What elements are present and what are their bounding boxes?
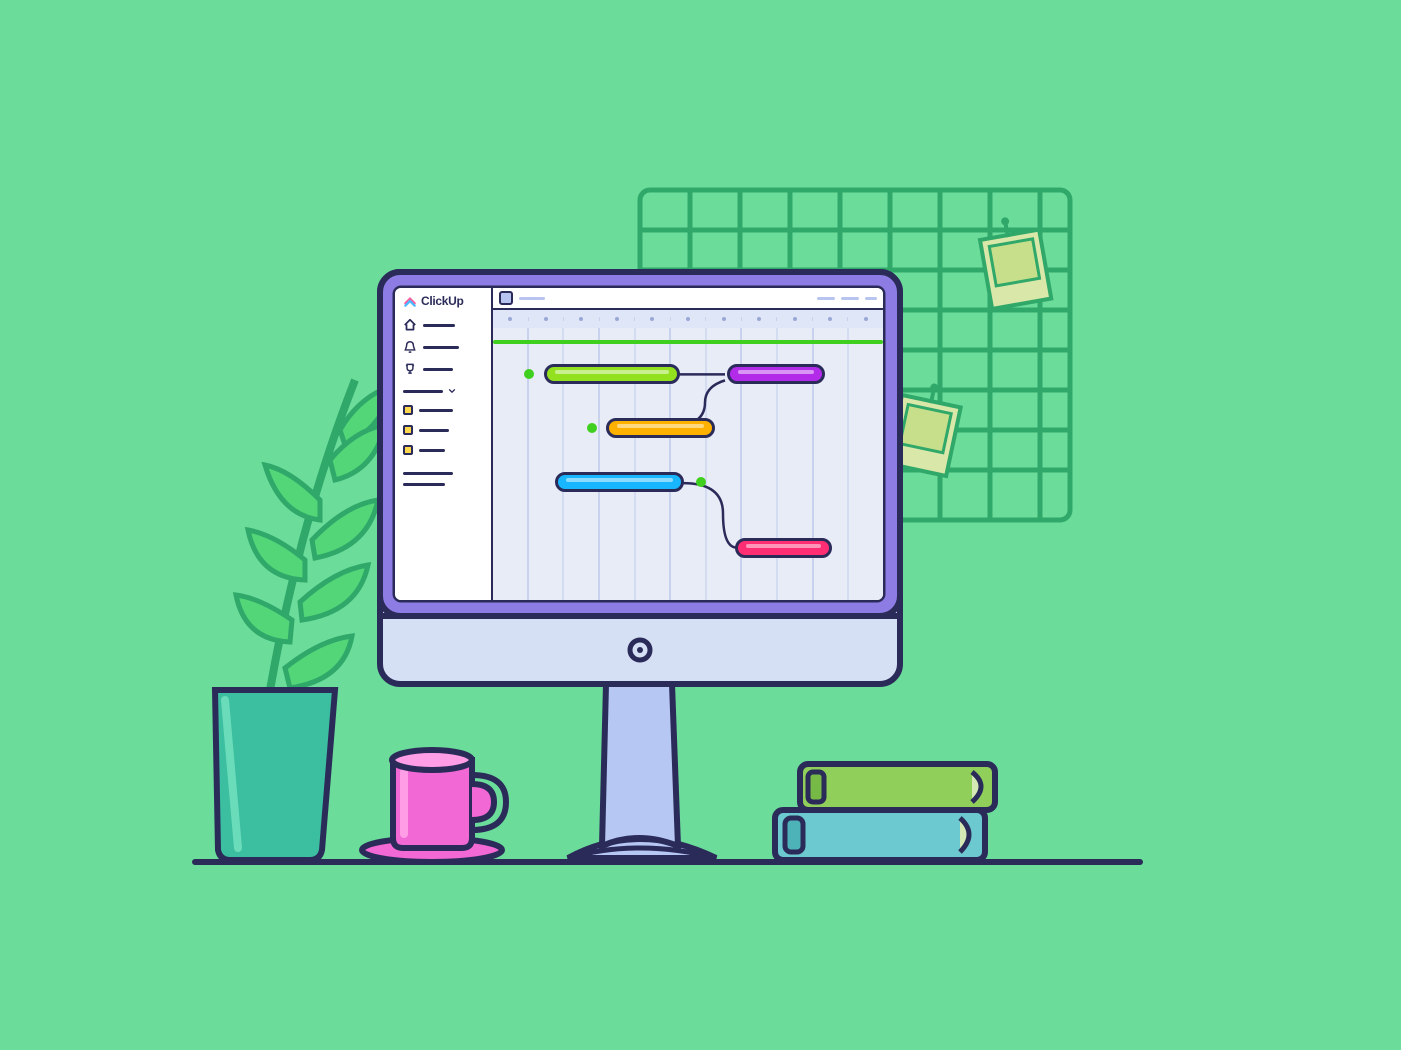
app-window: ClickUp xyxy=(395,288,883,600)
gantt-bar-task-1[interactable] xyxy=(544,364,681,384)
folder-icon xyxy=(403,445,413,455)
toolbar-action-1[interactable] xyxy=(817,297,835,300)
toolbar-action-3[interactable] xyxy=(865,297,877,300)
trophy-icon xyxy=(403,362,417,376)
folder-icon xyxy=(403,425,413,435)
timeline-header xyxy=(493,310,883,328)
brand-name: ClickUp xyxy=(421,294,464,308)
view-switch-button[interactable] xyxy=(499,291,513,305)
gantt-bar-task-3[interactable] xyxy=(606,418,715,438)
books-decoration xyxy=(775,764,995,860)
topbar xyxy=(493,288,883,310)
milestone-1[interactable] xyxy=(587,423,597,433)
nav-notifications[interactable] xyxy=(403,336,483,358)
space-item-3[interactable] xyxy=(403,440,483,460)
space-item-2[interactable] xyxy=(403,420,483,440)
nav-home[interactable] xyxy=(403,314,483,336)
home-icon xyxy=(403,318,417,332)
clickup-logo-icon xyxy=(403,294,417,308)
toolbar-action-2[interactable] xyxy=(841,297,859,300)
gantt-bar-task-5[interactable] xyxy=(735,538,833,558)
milestone-2[interactable] xyxy=(696,477,706,487)
plant-decoration xyxy=(215,380,395,860)
breadcrumb[interactable] xyxy=(519,297,545,300)
progress-marker xyxy=(493,340,883,344)
space-header[interactable] xyxy=(403,384,483,398)
mug-decoration xyxy=(362,750,506,862)
main-panel xyxy=(493,288,883,600)
folder-icon xyxy=(403,405,413,415)
milestone-0[interactable] xyxy=(524,369,534,379)
gantt-bar-task-4[interactable] xyxy=(555,472,684,492)
gantt-chart[interactable] xyxy=(493,328,883,600)
bell-icon xyxy=(403,340,417,354)
gantt-bar-task-2[interactable] xyxy=(727,364,825,384)
chevron-down-icon xyxy=(447,386,457,396)
sidebar: ClickUp xyxy=(395,288,493,600)
nav-goals[interactable] xyxy=(403,358,483,380)
brand-logo[interactable]: ClickUp xyxy=(403,294,483,308)
space-item-1[interactable] xyxy=(403,400,483,420)
